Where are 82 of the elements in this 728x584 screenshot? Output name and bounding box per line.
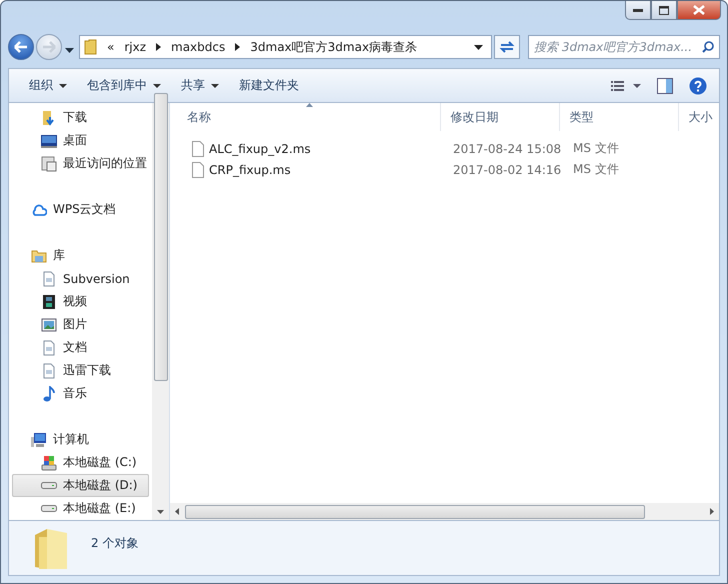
document-icon bbox=[41, 362, 57, 378]
column-header[interactable]: 修改日期 bbox=[441, 103, 560, 131]
table-cell-text: MS 文件 bbox=[572, 161, 620, 178]
breadcrumb[interactable]: 3dmax吧官方3dmax病毒查杀 bbox=[250, 38, 418, 56]
view-options-button[interactable] bbox=[609, 78, 643, 92]
file-name[interactable]: ALC_fixup_v2.ms bbox=[178, 140, 444, 156]
toolbar-button[interactable]: 组织 bbox=[21, 73, 75, 98]
sidebar-item[interactable]: 迅雷下载 bbox=[12, 359, 149, 382]
sidebar-item[interactable]: 图片 bbox=[12, 313, 149, 336]
sidebar-item[interactable]: 音乐 bbox=[12, 382, 149, 405]
sort-arrow-icon bbox=[306, 103, 313, 107]
library-folder-icon bbox=[31, 248, 47, 264]
sidebar-item[interactable]: 计算机 bbox=[12, 428, 149, 451]
chevron-icon[interactable] bbox=[156, 43, 162, 51]
column-header[interactable]: 大小 bbox=[679, 103, 719, 131]
cloud-icon bbox=[31, 202, 47, 218]
sidebar-item[interactable]: Subversion bbox=[12, 267, 149, 290]
refresh-icon[interactable] bbox=[499, 40, 515, 54]
table-cell-text: 2017-08-24 15:08 bbox=[452, 142, 562, 156]
breadcrumb[interactable]: rjxz bbox=[124, 40, 146, 54]
caret-icon[interactable] bbox=[211, 84, 219, 88]
folder-icon bbox=[33, 527, 69, 571]
recent-places-icon bbox=[41, 156, 57, 172]
scroll-thumb[interactable] bbox=[154, 92, 168, 380]
back-button[interactable] bbox=[8, 34, 34, 60]
document-icon bbox=[41, 340, 57, 356]
table-cell-text: MS 文件 bbox=[572, 140, 620, 157]
history-dropdown-icon[interactable] bbox=[65, 48, 74, 54]
address-bar[interactable]: « rjxz maxbdcs 3dmax吧官方3dmax病毒查杀 bbox=[79, 35, 492, 59]
music-note-icon bbox=[41, 386, 57, 402]
dropdown-arrow-icon[interactable] bbox=[474, 44, 483, 50]
sidebar-item[interactable]: 本地磁盘 (C:) bbox=[12, 451, 149, 474]
sidebar-item[interactable]: 本地磁盘 (D:) bbox=[12, 474, 149, 497]
sidebar-item[interactable]: 最近访问的位置 bbox=[12, 152, 149, 175]
scroll-thumb[interactable] bbox=[185, 504, 645, 518]
scroll-down-icon[interactable] bbox=[157, 510, 164, 514]
preview-pane-button[interactable] bbox=[655, 76, 675, 96]
column-header[interactable]: 名称 bbox=[178, 103, 442, 131]
maximize-button[interactable] bbox=[651, 1, 677, 20]
folder-icon bbox=[84, 39, 97, 55]
toolbar-button[interactable]: 共享 bbox=[173, 73, 227, 98]
scroll-right-icon[interactable] bbox=[710, 508, 714, 515]
help-button[interactable] bbox=[687, 74, 709, 96]
close-button[interactable] bbox=[677, 1, 721, 20]
minimize-icon[interactable] bbox=[633, 8, 643, 12]
sidebar-item[interactable]: 下载 bbox=[12, 106, 149, 129]
sidebar-item[interactable]: 桌面 bbox=[12, 129, 149, 152]
drive-icon bbox=[41, 505, 57, 512]
scroll-left-icon[interactable] bbox=[175, 508, 179, 515]
sidebar-item[interactable]: 本地磁盘 (E:) bbox=[12, 497, 149, 520]
sidebar-item[interactable]: 库 bbox=[12, 244, 149, 267]
file-icon bbox=[191, 140, 205, 156]
toolbar-button[interactable]: 新建文件夹 bbox=[231, 73, 307, 98]
document-icon bbox=[41, 270, 57, 286]
computer-icon bbox=[31, 432, 47, 448]
back-arrow-icon[interactable] bbox=[14, 41, 28, 53]
caret-icon[interactable] bbox=[59, 84, 67, 88]
breadcrumb[interactable]: maxbdcs bbox=[171, 40, 226, 54]
system-drive-icon bbox=[41, 454, 57, 470]
file-icon bbox=[191, 162, 205, 178]
column-header[interactable]: 类型 bbox=[560, 103, 680, 131]
close-icon[interactable] bbox=[693, 5, 705, 15]
sidebar-item[interactable]: WPS云文档 bbox=[12, 198, 149, 221]
search-icon[interactable] bbox=[702, 41, 714, 53]
table-cell-text: 2017-08-02 14:16 bbox=[452, 162, 562, 176]
video-icon bbox=[41, 294, 57, 310]
search-field[interactable]: 搜索 3dmax吧官方3dmax... bbox=[528, 35, 720, 59]
sidebar-item[interactable]: 视频 bbox=[12, 290, 149, 313]
breadcrumb-overflow[interactable]: « bbox=[107, 40, 114, 54]
sidebar-item[interactable]: 文档 bbox=[12, 336, 149, 359]
item-count: 2 个对象 bbox=[91, 535, 138, 552]
picture-icon bbox=[41, 316, 57, 332]
chevron-icon[interactable] bbox=[235, 43, 240, 51]
desktop-icon bbox=[41, 132, 57, 148]
maximize-icon[interactable] bbox=[659, 6, 669, 14]
file-name[interactable]: CRP_fixup.ms bbox=[178, 162, 444, 178]
horizontal-scrollbar[interactable] bbox=[170, 503, 719, 520]
toolbar-button[interactable]: 包含到库中 bbox=[79, 73, 169, 98]
caret-icon[interactable] bbox=[153, 84, 161, 88]
minimize-button[interactable] bbox=[625, 1, 651, 20]
refresh-button[interactable] bbox=[494, 35, 520, 59]
drive-icon bbox=[41, 482, 57, 489]
